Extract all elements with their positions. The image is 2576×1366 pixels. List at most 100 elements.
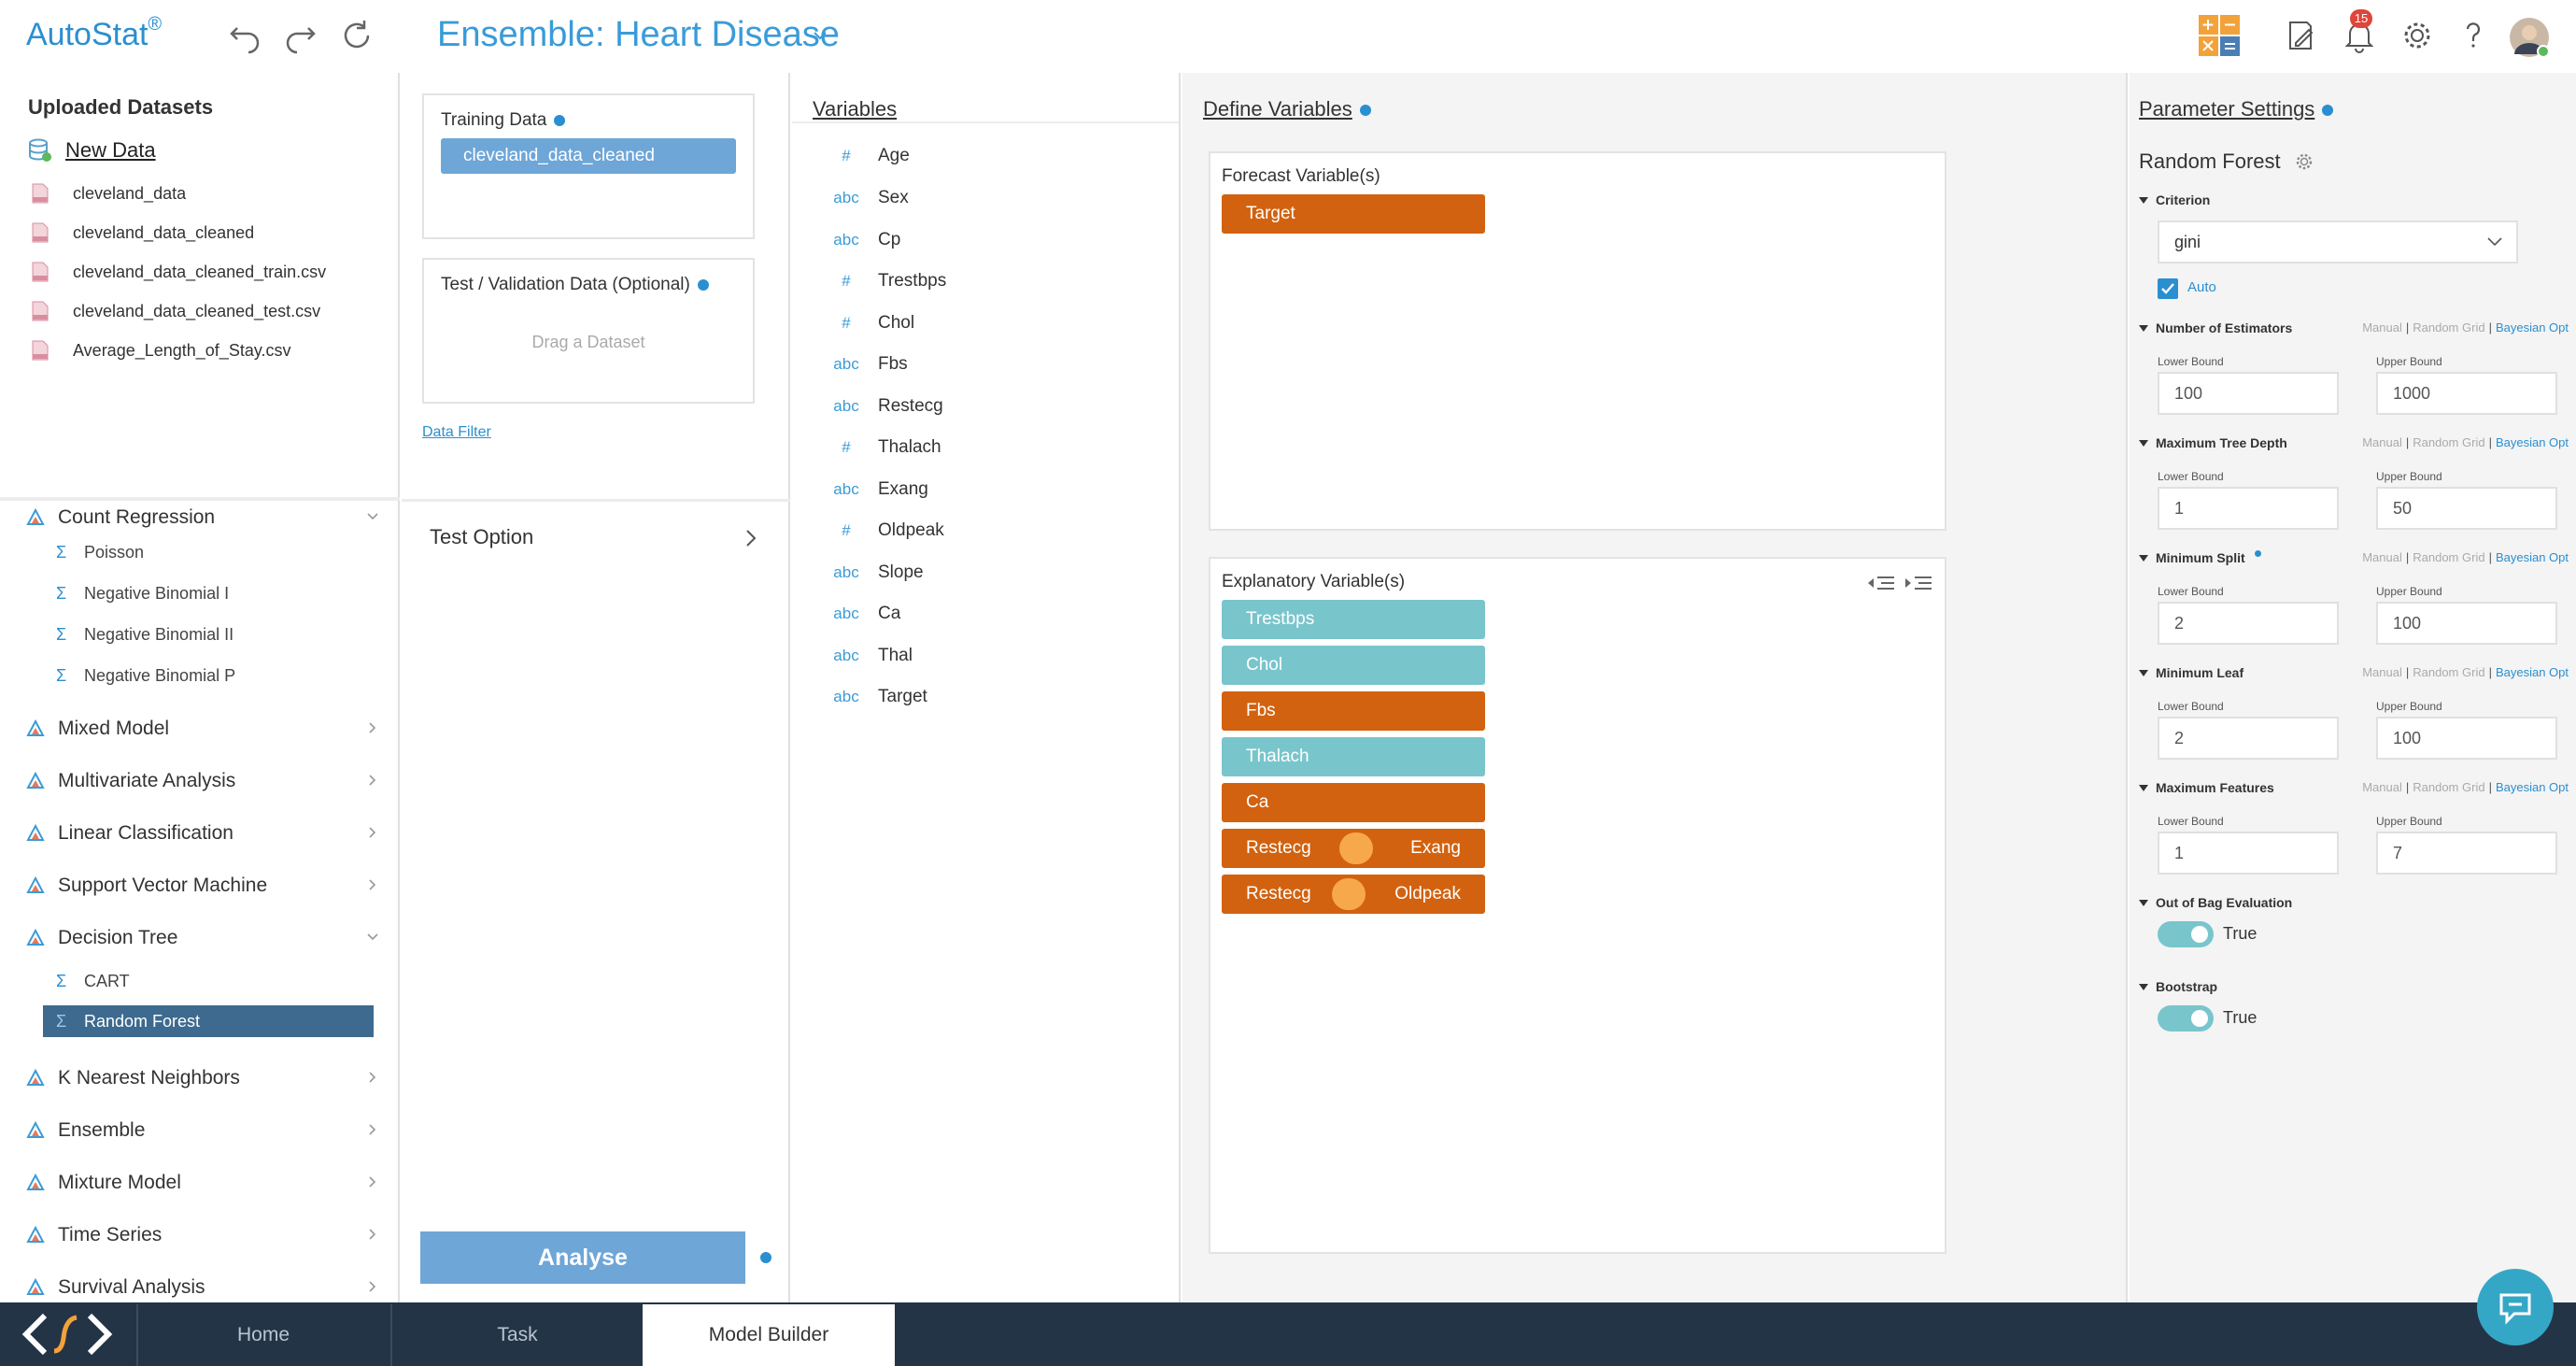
max-features-lower-input[interactable]: 1 — [2158, 832, 2339, 875]
calculator-icon[interactable] — [2197, 13, 2242, 58]
n-estimators-upper-input[interactable]: 1000 — [2376, 372, 2557, 415]
tab-home[interactable]: Home — [136, 1304, 389, 1366]
explanatory-variable-chip[interactable]: Chol — [1222, 646, 1485, 685]
avatar[interactable] — [2509, 17, 2550, 58]
n-estimators-section[interactable]: Number of Estimators — [2139, 320, 2292, 335]
dataset-item[interactable]: Average_Length_of_Stay.csv — [32, 336, 291, 364]
page-title[interactable]: Ensemble: Heart Disease — [437, 15, 840, 55]
tree-model-poisson[interactable]: Σ Poisson — [56, 536, 387, 568]
variable-item[interactable]: abc Cp — [820, 226, 900, 254]
interaction-chip[interactable]: Restecg Exang — [1222, 829, 1485, 868]
tree-model-negative-binomial-i[interactable]: Σ Negative Binomial I — [56, 577, 387, 609]
tree-category-linear-classification[interactable]: Linear Classification — [26, 815, 390, 852]
refresh-icon[interactable] — [338, 17, 375, 54]
tree-category-survival-analysis[interactable]: Survival Analysis — [26, 1269, 390, 1302]
dataset-item[interactable]: cleveland_data_cleaned — [32, 219, 254, 247]
training-dataset-chip[interactable]: cleveland_data_cleaned — [441, 138, 736, 174]
chevron-down-icon[interactable] — [811, 26, 829, 45]
info-dot-icon[interactable] — [697, 278, 709, 291]
variable-item[interactable]: # Trestbps — [820, 267, 946, 295]
edit-notes-icon[interactable] — [2283, 17, 2320, 54]
chat-support-button[interactable] — [2477, 1269, 2554, 1345]
tree-model-negative-binomial-p[interactable]: Σ Negative Binomial P — [56, 660, 387, 691]
help-icon[interactable] — [2455, 17, 2492, 54]
variable-item[interactable]: abc Slope — [820, 559, 923, 587]
bootstrap-toggle[interactable] — [2158, 1005, 2214, 1032]
info-dot-icon[interactable] — [2322, 105, 2334, 117]
gear-icon[interactable] — [2294, 151, 2314, 172]
tab-task[interactable]: Task — [390, 1304, 643, 1366]
min-split-upper-input[interactable]: 100 — [2376, 602, 2557, 645]
variable-item[interactable]: abc Exang — [820, 476, 928, 504]
undo-icon[interactable] — [226, 17, 263, 54]
variable-item[interactable]: abc Sex — [820, 184, 908, 212]
app-switcher-logo-icon[interactable] — [21, 1310, 114, 1359]
dataset-item[interactable]: cleveland_data_cleaned_train.csv — [32, 258, 326, 286]
info-dot-icon[interactable] — [760, 1252, 771, 1263]
max-features-section[interactable]: Maximum Features — [2139, 780, 2274, 795]
info-dot-icon[interactable] — [554, 114, 566, 126]
forecast-variables-dropzone[interactable]: Forecast Variable(s) Target — [1209, 151, 1946, 531]
max-features-upper-input[interactable]: 7 — [2376, 832, 2557, 875]
dataset-item[interactable]: cleveland_data — [32, 179, 186, 207]
tab-model-builder[interactable]: Model Builder — [643, 1304, 895, 1366]
variable-item[interactable]: abc Ca — [820, 600, 900, 628]
variable-item[interactable]: # Age — [820, 142, 910, 170]
mode-manual[interactable]: Manual — [2362, 550, 2402, 564]
tree-category-count-regression[interactable]: Count Regression — [26, 501, 390, 536]
info-dot-icon[interactable] — [1359, 105, 1371, 117]
mode-manual[interactable]: Manual — [2362, 665, 2402, 679]
analyse-button[interactable]: Analyse — [420, 1231, 745, 1284]
auto-checkbox[interactable] — [2158, 278, 2178, 299]
info-dot-icon[interactable] — [2254, 549, 2261, 557]
mode-bayesian-opt[interactable]: Bayesian Opt — [2496, 320, 2569, 334]
variable-item[interactable]: # Chol — [820, 309, 914, 337]
mode-bayesian-opt[interactable]: Bayesian Opt — [2496, 435, 2569, 449]
explanatory-variable-chip[interactable]: Fbs — [1222, 691, 1485, 731]
max-depth-section[interactable]: Maximum Tree Depth — [2139, 435, 2287, 450]
test-option-label[interactable]: Test Option — [430, 525, 533, 549]
dataset-item[interactable]: cleveland_data_cleaned_test.csv — [32, 297, 320, 325]
mode-manual[interactable]: Manual — [2362, 780, 2402, 794]
tree-category-mixture-model[interactable]: Mixture Model — [26, 1164, 390, 1202]
mode-random-grid[interactable]: Random Grid — [2413, 780, 2484, 794]
mode-random-grid[interactable]: Random Grid — [2413, 665, 2484, 679]
interaction-chip[interactable]: Restecg Oldpeak — [1222, 875, 1485, 914]
explanatory-variables-dropzone[interactable]: Explanatory Variable(s) Trestbps Chol Fb… — [1209, 557, 1946, 1254]
tree-category-mixed-model[interactable]: Mixed Model — [26, 710, 390, 747]
min-leaf-upper-input[interactable]: 100 — [2376, 717, 2557, 760]
min-leaf-section[interactable]: Minimum Leaf — [2139, 665, 2243, 680]
mode-bayesian-opt[interactable]: Bayesian Opt — [2496, 665, 2569, 679]
variable-item[interactable]: # Oldpeak — [820, 517, 944, 545]
new-data-button[interactable]: New Data — [28, 136, 156, 164]
tree-category-decision-tree[interactable]: Decision Tree — [26, 919, 390, 957]
redo-icon[interactable] — [282, 17, 319, 54]
mode-random-grid[interactable]: Random Grid — [2413, 550, 2484, 564]
mode-manual[interactable]: Manual — [2362, 320, 2402, 334]
min-split-lower-input[interactable]: 2 — [2158, 602, 2339, 645]
mode-random-grid[interactable]: Random Grid — [2413, 435, 2484, 449]
tree-model-random-forest[interactable]: Σ Random Forest — [43, 1005, 374, 1037]
explanatory-variable-chip[interactable]: Ca — [1222, 783, 1485, 822]
explanatory-variable-chip[interactable]: Thalach — [1222, 737, 1485, 776]
gear-icon[interactable] — [2399, 17, 2436, 54]
criterion-section[interactable]: Criterion — [2139, 192, 2210, 207]
test-data-dropzone[interactable]: Test / Validation Data (Optional) Drag a… — [422, 258, 755, 404]
forecast-variable-chip[interactable]: Target — [1222, 194, 1485, 234]
tree-category-k-nearest-neighbors[interactable]: K Nearest Neighbors — [26, 1060, 390, 1097]
chevron-right-icon[interactable] — [742, 527, 760, 549]
max-depth-lower-input[interactable]: 1 — [2158, 487, 2339, 530]
variable-item[interactable]: abc Restecg — [820, 392, 942, 420]
min-split-section[interactable]: Minimum Split — [2139, 549, 2261, 565]
mode-random-grid[interactable]: Random Grid — [2413, 320, 2484, 334]
mode-manual[interactable]: Manual — [2362, 435, 2402, 449]
tree-model-negative-binomial-ii[interactable]: Σ Negative Binomial II — [56, 619, 387, 650]
n-estimators-lower-input[interactable]: 100 — [2158, 372, 2339, 415]
variable-item[interactable]: abc Fbs — [820, 350, 907, 378]
max-depth-upper-input[interactable]: 50 — [2376, 487, 2557, 530]
oob-section[interactable]: Out of Bag Evaluation — [2139, 895, 2292, 910]
indent-toggle-icons[interactable] — [1866, 572, 1935, 594]
bootstrap-section[interactable]: Bootstrap — [2139, 979, 2217, 994]
tree-category-ensemble[interactable]: Ensemble — [26, 1112, 390, 1149]
variable-item[interactable]: abc Thal — [820, 642, 913, 670]
